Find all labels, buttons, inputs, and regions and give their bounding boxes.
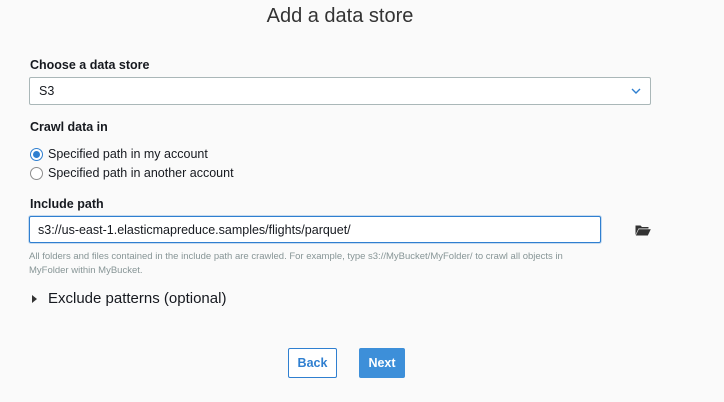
back-button[interactable]: Back (288, 348, 337, 378)
data-store-label: Choose a data store (30, 58, 150, 72)
include-path-help: All folders and files contained in the i… (29, 250, 689, 278)
radio-label-another-account: Specified path in another account (48, 166, 234, 180)
help-text-line-2: MyFolder within MyBucket. (29, 265, 143, 276)
radio-another-account[interactable]: Specified path in another account (30, 166, 234, 180)
radio-label-my-account: Specified path in my account (48, 147, 208, 161)
page-title: Add a data store (266, 5, 414, 27)
data-store-selected-value: S3 (39, 84, 55, 98)
include-path-label: Include path (30, 197, 104, 211)
caret-right-icon (32, 294, 37, 303)
exclude-patterns-label: Exclude patterns (optional) (48, 290, 227, 307)
help-text-line-1: All folders and files contained in the i… (29, 251, 563, 262)
chevron-down-icon (631, 88, 641, 94)
data-store-select[interactable]: S3 (29, 77, 651, 105)
exclude-patterns-toggle[interactable]: Exclude patterns (optional) (32, 290, 226, 307)
radio-button-unchecked[interactable] (30, 166, 43, 180)
include-path-input[interactable] (29, 216, 601, 243)
crawl-data-label: Crawl data in (30, 120, 108, 134)
next-button[interactable]: Next (359, 348, 405, 378)
radio-button-checked[interactable] (30, 147, 43, 161)
add-data-store-page: Add a data store Choose a data store S3 … (0, 0, 724, 402)
radio-my-account[interactable]: Specified path in my account (30, 147, 208, 161)
folder-open-icon[interactable] (635, 224, 651, 236)
